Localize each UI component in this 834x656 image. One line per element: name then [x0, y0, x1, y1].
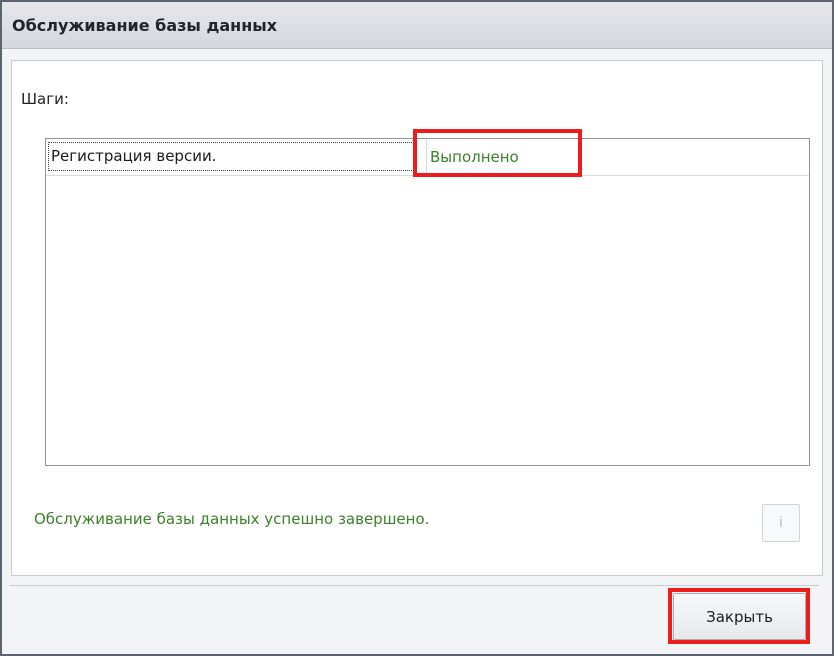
window-title: Обслуживание базы данных — [12, 16, 278, 35]
close-highlight-frame — [668, 588, 810, 644]
footer-divider — [9, 585, 819, 586]
steps-label: Шаги: — [21, 90, 69, 108]
info-button[interactable]: i — [762, 504, 800, 542]
status-message: Обслуживание базы данных успешно заверше… — [34, 510, 430, 528]
step-name-cell[interactable]: Регистрация версии. — [48, 142, 414, 171]
title-bar: Обслуживание базы данных — [2, 2, 832, 49]
steps-list[interactable]: Регистрация версии. Выполнено — [45, 138, 810, 466]
info-icon: i — [779, 515, 783, 531]
status-highlight-frame — [413, 129, 582, 177]
